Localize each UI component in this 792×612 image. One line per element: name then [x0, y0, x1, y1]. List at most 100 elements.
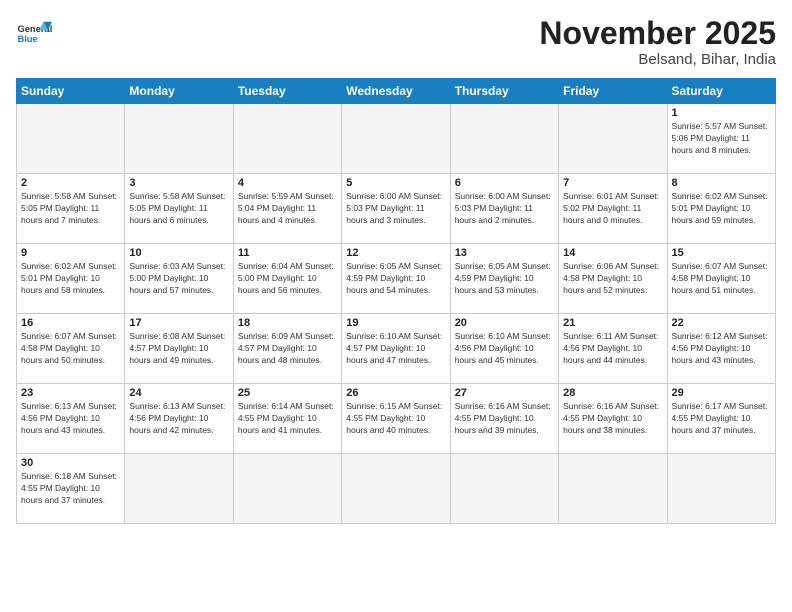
calendar-week-row: 1Sunrise: 5:57 AM Sunset: 5:06 PM Daylig…	[17, 104, 776, 174]
day-info: Sunrise: 6:04 AM Sunset: 5:00 PM Dayligh…	[238, 261, 337, 297]
day-number: 28	[563, 387, 662, 399]
day-info: Sunrise: 6:00 AM Sunset: 5:03 PM Dayligh…	[455, 191, 554, 227]
calendar-day-cell: 30 Sunrise: 6:18 AM Sunset: 4:55 PM Dayli…	[17, 454, 125, 524]
calendar-day-cell: 10 Sunrise: 6:03 AM Sunset: 5:00 PM Dayli…	[125, 244, 233, 314]
calendar-day-cell: 28 Sunrise: 6:16 AM Sunset: 4:55 PM Dayli…	[559, 384, 667, 454]
col-monday: Monday	[125, 79, 233, 104]
day-info: Sunrise: 6:05 AM Sunset: 4:59 PM Dayligh…	[455, 261, 554, 297]
logo: General Blue	[16, 16, 52, 52]
calendar-week-row: 23 Sunrise: 6:13 AM Sunset: 4:56 PM Dayli…	[17, 384, 776, 454]
calendar-day-cell: 19 Sunrise: 6:10 AM Sunset: 4:57 PM Dayli…	[342, 314, 450, 384]
day-number: 16	[21, 317, 120, 329]
calendar-day-cell	[17, 104, 125, 174]
calendar-week-row: 2Sunrise: 5:58 AM Sunset: 5:05 PM Daylig…	[17, 174, 776, 244]
calendar-day-cell: 23 Sunrise: 6:13 AM Sunset: 4:56 PM Dayli…	[17, 384, 125, 454]
day-number: 9	[21, 247, 120, 259]
day-number: 14	[563, 247, 662, 259]
day-number: 3	[129, 177, 228, 189]
calendar-header-row: Sunday Monday Tuesday Wednesday Thursday…	[17, 79, 776, 104]
calendar-day-cell: 24 Sunrise: 6:13 AM Sunset: 4:56 PM Dayli…	[125, 384, 233, 454]
day-number: 20	[455, 317, 554, 329]
day-number: 27	[455, 387, 554, 399]
day-info: Sunrise: 6:06 AM Sunset: 4:58 PM Dayligh…	[563, 261, 662, 297]
day-number: 5	[346, 177, 445, 189]
calendar-day-cell: 11 Sunrise: 6:04 AM Sunset: 5:00 PM Dayli…	[233, 244, 341, 314]
calendar-day-cell	[233, 104, 341, 174]
day-info: Sunrise: 6:16 AM Sunset: 4:55 PM Dayligh…	[563, 401, 662, 437]
day-number: 4	[238, 177, 337, 189]
day-info: Sunrise: 6:14 AM Sunset: 4:55 PM Dayligh…	[238, 401, 337, 437]
day-number: 25	[238, 387, 337, 399]
day-info: Sunrise: 6:18 AM Sunset: 4:55 PM Dayligh…	[21, 471, 120, 507]
day-number: 11	[238, 247, 337, 259]
calendar-day-cell	[125, 104, 233, 174]
day-number: 15	[672, 247, 771, 259]
day-number: 24	[129, 387, 228, 399]
calendar-day-cell: 4Sunrise: 5:59 AM Sunset: 5:04 PM Daylig…	[233, 174, 341, 244]
col-tuesday: Tuesday	[233, 79, 341, 104]
calendar-day-cell: 8Sunrise: 6:02 AM Sunset: 5:01 PM Daylig…	[667, 174, 775, 244]
day-info: Sunrise: 6:07 AM Sunset: 4:58 PM Dayligh…	[21, 331, 120, 367]
calendar-day-cell: 12Sunrise: 6:05 AM Sunset: 4:59 PM Dayli…	[342, 244, 450, 314]
day-info: Sunrise: 6:16 AM Sunset: 4:55 PM Dayligh…	[455, 401, 554, 437]
day-info: Sunrise: 6:13 AM Sunset: 4:56 PM Dayligh…	[21, 401, 120, 437]
calendar-day-cell: 7 Sunrise: 6:01 AM Sunset: 5:02 PM Daylig…	[559, 174, 667, 244]
calendar-day-cell: 22Sunrise: 6:12 AM Sunset: 4:56 PM Dayli…	[667, 314, 775, 384]
calendar-day-cell: 6 Sunrise: 6:00 AM Sunset: 5:03 PM Daylig…	[450, 174, 558, 244]
calendar-day-cell	[450, 104, 558, 174]
day-number: 30	[21, 457, 120, 469]
day-number: 10	[129, 247, 228, 259]
day-number: 8	[672, 177, 771, 189]
day-info: Sunrise: 6:08 AM Sunset: 4:57 PM Dayligh…	[129, 331, 228, 367]
day-info: Sunrise: 6:17 AM Sunset: 4:55 PM Dayligh…	[672, 401, 771, 437]
calendar-week-row: 9 Sunrise: 6:02 AM Sunset: 5:01 PM Daylig…	[17, 244, 776, 314]
calendar-table: Sunday Monday Tuesday Wednesday Thursday…	[16, 78, 776, 524]
day-info: Sunrise: 6:13 AM Sunset: 4:56 PM Dayligh…	[129, 401, 228, 437]
calendar-day-cell	[342, 104, 450, 174]
day-number: 19	[346, 317, 445, 329]
calendar-day-cell: 13 Sunrise: 6:05 AM Sunset: 4:59 PM Dayli…	[450, 244, 558, 314]
svg-text:Blue: Blue	[17, 34, 37, 44]
location-subtitle: Belsand, Bihar, India	[539, 51, 776, 68]
day-number: 23	[21, 387, 120, 399]
day-number: 7	[563, 177, 662, 189]
day-number: 13	[455, 247, 554, 259]
calendar-day-cell: 25 Sunrise: 6:14 AM Sunset: 4:55 PM Dayli…	[233, 384, 341, 454]
title-block: November 2025 Belsand, Bihar, India	[539, 16, 776, 68]
calendar-day-cell: 2Sunrise: 5:58 AM Sunset: 5:05 PM Daylig…	[17, 174, 125, 244]
col-saturday: Saturday	[667, 79, 775, 104]
day-info: Sunrise: 6:10 AM Sunset: 4:56 PM Dayligh…	[455, 331, 554, 367]
day-info: Sunrise: 6:00 AM Sunset: 5:03 PM Dayligh…	[346, 191, 445, 227]
calendar-day-cell	[559, 454, 667, 524]
day-number: 21	[563, 317, 662, 329]
day-info: Sunrise: 6:11 AM Sunset: 4:56 PM Dayligh…	[563, 331, 662, 367]
day-info: Sunrise: 6:15 AM Sunset: 4:55 PM Dayligh…	[346, 401, 445, 437]
col-wednesday: Wednesday	[342, 79, 450, 104]
page: General Blue November 2025 Belsand, Biha…	[0, 0, 792, 612]
day-info: Sunrise: 5:58 AM Sunset: 5:05 PM Dayligh…	[21, 191, 120, 227]
calendar-day-cell	[559, 104, 667, 174]
day-info: Sunrise: 6:07 AM Sunset: 4:58 PM Dayligh…	[672, 261, 771, 297]
col-thursday: Thursday	[450, 79, 558, 104]
calendar-day-cell: 16 Sunrise: 6:07 AM Sunset: 4:58 PM Dayli…	[17, 314, 125, 384]
calendar-week-row: 30 Sunrise: 6:18 AM Sunset: 4:55 PM Dayli…	[17, 454, 776, 524]
calendar-day-cell: 20 Sunrise: 6:10 AM Sunset: 4:56 PM Dayli…	[450, 314, 558, 384]
day-number: 17	[129, 317, 228, 329]
day-info: Sunrise: 6:01 AM Sunset: 5:02 PM Dayligh…	[563, 191, 662, 227]
day-info: Sunrise: 6:09 AM Sunset: 4:57 PM Dayligh…	[238, 331, 337, 367]
month-title: November 2025	[539, 16, 776, 51]
general-blue-logo-icon: General Blue	[16, 16, 52, 52]
day-info: Sunrise: 6:02 AM Sunset: 5:01 PM Dayligh…	[21, 261, 120, 297]
calendar-day-cell: 21 Sunrise: 6:11 AM Sunset: 4:56 PM Dayli…	[559, 314, 667, 384]
day-info: Sunrise: 6:12 AM Sunset: 4:56 PM Dayligh…	[672, 331, 771, 367]
calendar-day-cell: 27 Sunrise: 6:16 AM Sunset: 4:55 PM Dayli…	[450, 384, 558, 454]
day-number: 6	[455, 177, 554, 189]
day-info: Sunrise: 6:03 AM Sunset: 5:00 PM Dayligh…	[129, 261, 228, 297]
calendar-day-cell: 9 Sunrise: 6:02 AM Sunset: 5:01 PM Daylig…	[17, 244, 125, 314]
calendar-day-cell: 26Sunrise: 6:15 AM Sunset: 4:55 PM Dayli…	[342, 384, 450, 454]
calendar-day-cell: 18Sunrise: 6:09 AM Sunset: 4:57 PM Dayli…	[233, 314, 341, 384]
day-info: Sunrise: 5:58 AM Sunset: 5:05 PM Dayligh…	[129, 191, 228, 227]
day-info: Sunrise: 6:10 AM Sunset: 4:57 PM Dayligh…	[346, 331, 445, 367]
calendar-day-cell: 5 Sunrise: 6:00 AM Sunset: 5:03 PM Daylig…	[342, 174, 450, 244]
calendar-day-cell: 17 Sunrise: 6:08 AM Sunset: 4:57 PM Dayli…	[125, 314, 233, 384]
